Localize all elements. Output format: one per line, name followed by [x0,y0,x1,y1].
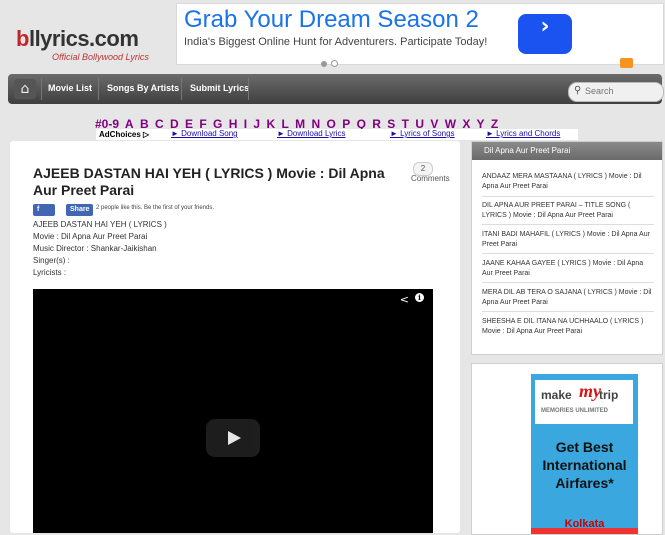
nav-item-submit-lyrics[interactable]: Submit Lyrics [190,83,249,93]
sidebar-item[interactable]: SHEESHA E DIL ITANA NA UCHHAALO ( LYRICS… [482,317,654,337]
ad-link-lyrics-of-songs[interactable]: ► Lyrics of Songs [390,129,455,138]
fb-like-button[interactable]: f Like [33,204,56,225]
home-icon[interactable]: ⌂ [14,79,36,99]
adchoices-label[interactable]: AdChoices ▷ [99,130,149,139]
ad-link-download-song[interactable]: ► Download Song [171,129,238,138]
divider [482,253,654,254]
facebook-icon: f [37,206,40,213]
nav-divider [248,78,249,100]
logo-wordmark: bllyrics.com [16,26,139,51]
sidebar-item[interactable]: ANDAAZ MERA MASTAANA ( LYRICS ) Movie : … [482,172,654,192]
nav-item-movie-list[interactable]: Movie List [48,83,92,93]
makemytrip-ad[interactable]: make my trip MEMORIES UNLIMITED Get Best… [531,374,638,534]
top-banner-ad[interactable]: Grab Your Dream Season 2 India's Biggest… [176,3,664,67]
post-meta-movie: Movie : Dil Apna Aur Preet Parai [33,232,148,241]
search-input[interactable] [585,85,659,97]
nav-divider [181,78,182,100]
ad-link-download-lyrics[interactable]: ► Download Lyrics [277,129,346,138]
sidebar-ad-panel: make my trip MEMORIES UNLIMITED Get Best… [471,363,663,535]
nav-divider [41,78,42,100]
play-button[interactable] [206,419,260,457]
comments-link[interactable]: Comments [411,174,450,183]
ad-carousel-dots[interactable] [319,54,340,72]
sidebar-heading: Dil Apna Aur Preet Parai [472,142,662,160]
adchoices-icon[interactable]: ▷ [628,372,634,381]
carousel-dot[interactable] [331,60,338,67]
search-box[interactable]: ⚲ [568,82,664,102]
search-icon: ⚲ [574,85,582,96]
ad-links-bar: AdChoices ▷ ► Download Song ► Download L… [96,129,578,140]
nav-divider [98,78,99,100]
ad-footer-strip [531,528,638,534]
divider [482,282,654,283]
site-logo[interactable]: bllyrics.com Official Bollywood Lyrics [14,22,174,64]
fb-like-count-text: 2 people like this. Be the first of your… [96,205,215,211]
ad-subline: India's Biggest Online Hunt for Adventur… [184,36,488,48]
sidebar-item[interactable]: DIL APNA AUR PREET PARAI – TITLE SONG ( … [482,201,654,221]
post-meta-lyricists: Lyricists : [33,268,67,277]
fb-share-button[interactable]: Share [66,204,94,216]
divider [482,196,654,197]
video-player[interactable]: < i [33,289,433,533]
logo-tagline: Official Bollywood Lyrics [52,52,149,62]
ad-offer-text: Get Best International Airfares* [542,439,627,491]
ad-arrow-button[interactable]: › [518,14,572,54]
divider [482,311,654,312]
sidebar-related-songs: Dil Apna Aur Preet Parai ANDAAZ MERA MAS… [471,141,663,355]
makemytrip-logo: make my trip MEMORIES UNLIMITED [535,380,633,424]
nav-item-songs-by-artists[interactable]: Songs By Artists [107,83,179,93]
sidebar-item[interactable]: JAANE KAHAA GAYEE ( LYRICS ) Movie : Dil… [482,259,654,279]
post-meta-song: AJEEB DASTAN HAI YEH ( LYRICS ) [33,220,167,229]
sidebar-item[interactable]: ITANI BADI MAHAFIL ( LYRICS ) Movie : Di… [482,230,654,250]
post-meta-music-director: Music Director : Shankar-Jaikishan [33,244,157,253]
divider [482,224,654,225]
main-nav: ⌂ Movie List Songs By Artists Submit Lyr… [8,74,664,104]
ad-link-lyrics-and-chords[interactable]: ► Lyrics and Chords [486,129,560,138]
post-meta-singers: Singer(s) : [33,256,70,265]
share-icon[interactable]: < [400,293,409,306]
post-title[interactable]: AJEEB DASTAN HAI YEH ( LYRICS ) Movie : … [33,165,403,199]
carousel-dot[interactable] [321,61,327,67]
info-icon[interactable]: i [415,293,424,302]
rss-icon[interactable] [620,58,633,68]
ad-headline: Grab Your Dream Season 2 [184,6,479,33]
sidebar-item[interactable]: MERA DIL AB TERA O SAJANA ( LYRICS ) Mov… [482,288,654,308]
